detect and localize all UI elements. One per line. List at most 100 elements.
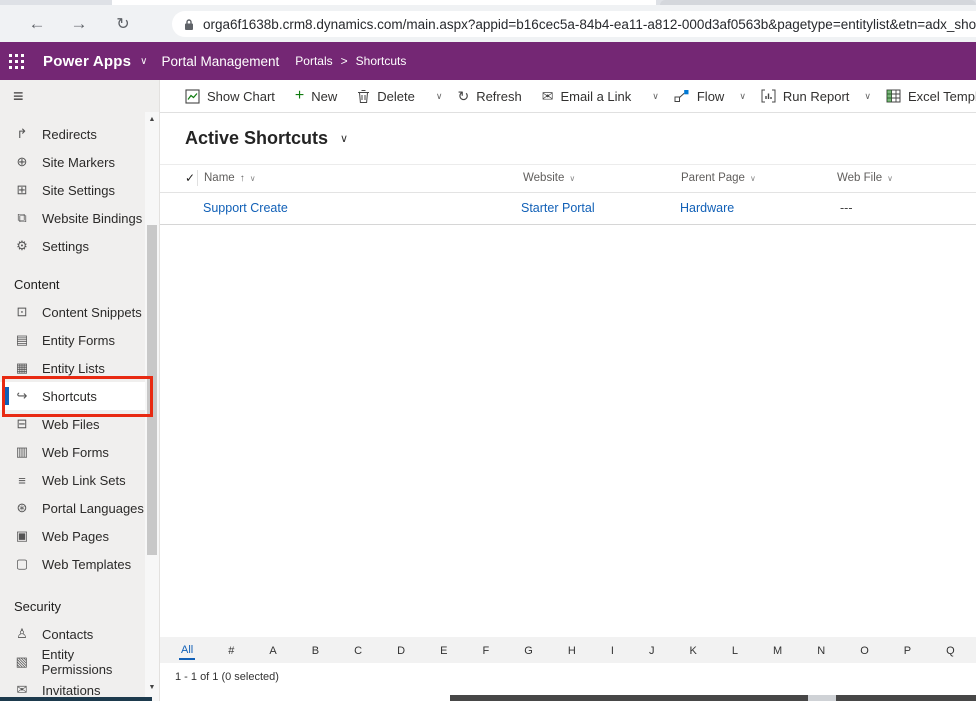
sidebar-item-label: Contacts	[42, 627, 93, 642]
jump-hash[interactable]: #	[226, 642, 236, 659]
jump-l[interactable]: L	[730, 642, 740, 659]
jump-f[interactable]: F	[481, 642, 492, 659]
show-chart-button[interactable]: Show Chart	[175, 80, 285, 112]
run-report-chevron-down-icon[interactable]: ∨	[859, 91, 876, 102]
scroll-up-icon[interactable]: ▲	[145, 116, 159, 123]
parent-page-link[interactable]: Hardware	[680, 201, 734, 215]
run-report-button[interactable]: Run Report	[751, 80, 859, 112]
jump-a[interactable]: A	[267, 642, 278, 659]
url-text[interactable]: orga6f1638b.crm8.dynamics.com/main.aspx?…	[203, 17, 976, 32]
jump-i[interactable]: I	[609, 642, 616, 659]
jump-o[interactable]: O	[858, 642, 871, 659]
record-link[interactable]: Support Create	[203, 201, 288, 215]
flow-chevron-down-icon[interactable]: ∨	[734, 91, 751, 102]
sidebar-item-portal-languages[interactable]: ⊛ Portal Languages	[0, 494, 146, 522]
breadcrumb-portals[interactable]: Portals	[295, 54, 332, 68]
sidebar-item-settings[interactable]: ⚙ Settings	[0, 232, 146, 260]
website-bindings-icon: ⧉	[14, 210, 30, 226]
sidebar-item-label: Web Forms	[42, 445, 109, 460]
jump-j[interactable]: J	[647, 642, 657, 659]
horizontal-scrollbar[interactable]	[160, 695, 976, 701]
horizontal-scrollbar-segment[interactable]	[450, 695, 808, 701]
sidebar-item-label: Content Snippets	[42, 305, 142, 320]
column-header-website[interactable]: Website ∨	[523, 172, 575, 184]
view-selector-chevron-down-icon[interactable]: ∨	[340, 132, 348, 145]
column-header-name[interactable]: Name ↑ ∨	[204, 172, 256, 184]
sidebar-item-site-settings[interactable]: ⊞ Site Settings	[0, 176, 146, 204]
refresh-icon: ↻	[457, 89, 469, 103]
jump-c[interactable]: C	[352, 642, 364, 659]
sidebar-item-web-link-sets[interactable]: ≡ Web Link Sets	[0, 466, 146, 494]
browser-reload-icon[interactable]: ↻	[110, 11, 136, 37]
jump-h[interactable]: H	[566, 642, 578, 659]
sidebar-item-redirects[interactable]: ↱ Redirects	[0, 120, 146, 148]
hamburger-menu-icon[interactable]: ≡	[13, 86, 24, 107]
jump-n[interactable]: N	[815, 642, 827, 659]
trash-icon	[357, 89, 370, 104]
horizontal-scrollbar-track	[808, 695, 836, 701]
jump-k[interactable]: K	[687, 642, 698, 659]
sidebar-item-shortcuts[interactable]: ↪ Shortcuts	[0, 382, 146, 410]
sidebar-item-web-files[interactable]: ⊟ Web Files	[0, 410, 146, 438]
sidebar-item-web-forms[interactable]: ▥ Web Forms	[0, 438, 146, 466]
flow-button[interactable]: Flow	[664, 80, 734, 112]
new-button[interactable]: + New	[285, 80, 347, 112]
column-chevron-down-icon[interactable]: ∨	[887, 174, 893, 183]
select-all-check-icon[interactable]: ✓	[185, 171, 195, 185]
sidebar-scrollbar-thumb[interactable]	[147, 225, 157, 555]
breadcrumb-shortcuts: Shortcuts	[356, 54, 407, 68]
app-name-chevron-down-icon[interactable]: ∨	[140, 56, 147, 67]
delete-button[interactable]: Delete	[347, 80, 425, 112]
sidebar-item-entity-lists[interactable]: ▦ Entity Lists	[0, 354, 146, 382]
jump-d[interactable]: D	[395, 642, 407, 659]
jump-all[interactable]: All	[179, 641, 195, 660]
header-divider	[197, 170, 198, 186]
sidebar-item-website-bindings[interactable]: ⧉ Website Bindings	[0, 204, 146, 232]
browser-back-icon[interactable]: ←	[24, 11, 50, 37]
jump-q[interactable]: Q	[944, 642, 957, 659]
contacts-icon: ♙	[14, 626, 30, 642]
email-overflow-chevron-down-icon[interactable]: ∨	[647, 91, 664, 102]
app-name[interactable]: Power Apps	[43, 53, 131, 70]
jump-g[interactable]: G	[522, 642, 535, 659]
website-link[interactable]: Starter Portal	[521, 201, 595, 215]
horizontal-scrollbar-segment[interactable]	[836, 695, 976, 701]
sidebar-item-web-templates[interactable]: ▢ Web Templates	[0, 550, 146, 578]
site-settings-icon: ⊞	[14, 182, 30, 198]
column-chevron-down-icon[interactable]: ∨	[750, 174, 756, 183]
jump-e[interactable]: E	[438, 642, 449, 659]
sidebar-item-entity-permissions[interactable]: ▧ Entity Permissions	[0, 648, 146, 676]
lock-icon	[184, 18, 194, 31]
sidebar-item-entity-forms[interactable]: ▤ Entity Forms	[0, 326, 146, 354]
refresh-button[interactable]: ↻ Refresh	[447, 80, 531, 112]
column-label: Name	[204, 172, 235, 184]
record-count-status: 1 - 1 of 1 (0 selected)	[160, 663, 976, 690]
sidebar-item-label: Site Markers	[42, 155, 115, 170]
column-header-web-file[interactable]: Web File ∨	[837, 172, 893, 184]
jump-m[interactable]: M	[771, 642, 784, 659]
sidebar-item-content-snippets[interactable]: ⊡ Content Snippets	[0, 298, 146, 326]
email-a-link-label: Email a Link	[560, 89, 631, 104]
sidebar-item-site-markers[interactable]: ⊕ Site Markers	[0, 148, 146, 176]
browser-forward-icon[interactable]: →	[66, 11, 92, 37]
waffle-icon[interactable]	[9, 54, 24, 69]
column-chevron-down-icon[interactable]: ∨	[569, 174, 575, 183]
sidebar-item-contacts[interactable]: ♙ Contacts	[0, 620, 146, 648]
sidebar-item-web-pages[interactable]: ▣ Web Pages	[0, 522, 146, 550]
email-a-link-button[interactable]: ✉ Email a Link	[532, 80, 642, 112]
delete-overflow-chevron-down-icon[interactable]: ∨	[431, 91, 448, 102]
jump-p[interactable]: P	[902, 642, 913, 659]
web-link-sets-icon: ≡	[14, 473, 30, 488]
column-label: Website	[523, 172, 564, 184]
column-chevron-down-icon[interactable]: ∨	[250, 174, 256, 183]
column-header-parent-page[interactable]: Parent Page ∨	[681, 172, 756, 184]
view-title-row: Active Shortcuts ∨	[160, 113, 976, 164]
cell-parent-page: Hardware	[680, 201, 734, 215]
excel-templates-button[interactable]: Excel Templates	[876, 80, 976, 112]
url-bar[interactable]: orga6f1638b.crm8.dynamics.com/main.aspx?…	[172, 11, 976, 37]
scroll-down-icon[interactable]: ▼	[145, 684, 159, 691]
table-row[interactable]: Support Create Starter Portal Hardware -…	[160, 193, 976, 225]
app-header: Power Apps ∨ Portal Management Portals >…	[0, 42, 976, 80]
sidebar-scrollbar[interactable]: ▲ ▼	[145, 112, 159, 701]
jump-b[interactable]: B	[310, 642, 321, 659]
